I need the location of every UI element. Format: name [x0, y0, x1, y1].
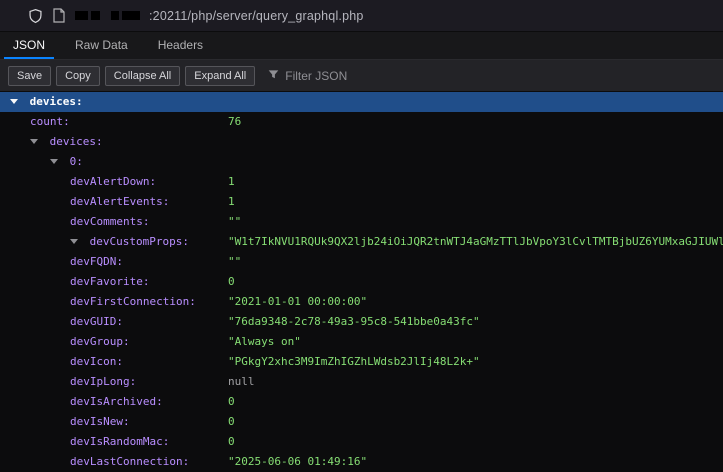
json-key: devIpLong: — [70, 375, 136, 388]
address-bar[interactable]: :20211/php/server/query_graphql.php — [0, 0, 723, 32]
json-value: 0 — [228, 392, 235, 412]
json-row[interactable]: devFirstConnection: "2021-01-01 00:00:00… — [0, 292, 723, 312]
twisty-icon[interactable] — [10, 92, 23, 112]
json-key: devFirstConnection: — [70, 295, 196, 308]
save-button[interactable]: Save — [8, 66, 51, 86]
json-value: "" — [228, 212, 241, 232]
json-value: 76 — [228, 112, 241, 132]
json-value: "" — [228, 252, 241, 272]
json-value: 1 — [228, 192, 235, 212]
json-key: devIsArchived: — [70, 395, 163, 408]
json-key: devIsNew: — [70, 415, 130, 428]
json-value: "2021-01-01 00:00:00" — [228, 292, 367, 312]
json-value: 0 — [228, 432, 235, 452]
json-key: devCustomProps: — [90, 235, 189, 248]
json-tree: devices: count: 76 devices: 0: devAlertD… — [0, 92, 723, 472]
tab-raw-data[interactable]: Raw Data — [66, 32, 137, 59]
json-key: devices: — [50, 135, 103, 148]
tab-json[interactable]: JSON — [4, 32, 54, 59]
json-value: null — [228, 372, 255, 392]
json-value: 0 — [228, 412, 235, 432]
json-key: devFQDN: — [70, 255, 123, 268]
json-key: devGUID: — [70, 315, 123, 328]
json-row[interactable]: devFQDN: "" — [0, 252, 723, 272]
json-row[interactable]: devIsNew: 0 — [0, 412, 723, 432]
json-row[interactable]: devIcon: "PGkgY2xhc3M9ImZhIGZhLWdsb2JlIj… — [0, 352, 723, 372]
twisty-icon[interactable] — [50, 152, 63, 172]
json-key: devAlertDown: — [70, 175, 156, 188]
shield-icon[interactable] — [28, 8, 43, 24]
json-key: devLastConnection: — [70, 455, 189, 468]
filter-placeholder: Filter JSON — [285, 69, 347, 83]
json-row[interactable]: devices: — [0, 132, 723, 152]
json-key: devIcon: — [70, 355, 123, 368]
json-value: 1 — [228, 172, 235, 192]
json-row[interactable]: devAlertDown: 1 — [0, 172, 723, 192]
json-key: count: — [30, 115, 70, 128]
json-value: 0 — [228, 272, 235, 292]
json-row[interactable]: devCustomProps: "W1t7IkNVU1RQUk9QX2ljb24… — [0, 232, 723, 252]
json-row[interactable]: devIsArchived: 0 — [0, 392, 723, 412]
collapse-all-button[interactable]: Collapse All — [105, 66, 180, 86]
json-value: "W1t7IkNVU1RQUk9QX2ljb24iOiJQR2tnWTJ4aGM… — [228, 232, 723, 252]
json-key: devAlertEvents: — [70, 195, 169, 208]
redaction-box — [75, 11, 88, 20]
redaction-box — [111, 11, 119, 20]
json-key: 0: — [70, 155, 83, 168]
tab-headers[interactable]: Headers — [149, 32, 212, 59]
json-row[interactable]: devIpLong: null — [0, 372, 723, 392]
json-value: "76da9348-2c78-49a3-95c8-541bbe0a43fc" — [228, 312, 480, 332]
json-key: devGroup: — [70, 335, 130, 348]
json-row[interactable]: devices: — [0, 92, 723, 112]
json-value: "PGkgY2xhc3M9ImZhIGZhLWdsb2JlIj48L2k+" — [228, 352, 480, 372]
json-row[interactable]: devIsRandomMac: 0 — [0, 432, 723, 452]
json-row[interactable]: count: 76 — [0, 112, 723, 132]
json-row[interactable]: devAlertEvents: 1 — [0, 192, 723, 212]
browser-window: :20211/php/server/query_graphql.php JSON… — [0, 0, 723, 472]
json-key: devComments: — [70, 215, 149, 228]
url-text[interactable]: :20211/php/server/query_graphql.php — [149, 9, 364, 23]
viewer-tabbar: JSON Raw Data Headers — [0, 32, 723, 60]
expand-all-button[interactable]: Expand All — [185, 66, 255, 86]
redaction-box — [122, 11, 140, 20]
json-row[interactable]: devFavorite: 0 — [0, 272, 723, 292]
json-row[interactable]: devLastConnection: "2025-06-06 01:49:16" — [0, 452, 723, 472]
copy-button[interactable]: Copy — [56, 66, 100, 86]
twisty-icon[interactable] — [30, 132, 43, 152]
json-row[interactable]: 0: — [0, 152, 723, 172]
json-value: "Always on" — [228, 332, 301, 352]
json-toolbar: Save Copy Collapse All Expand All Filter… — [0, 60, 723, 92]
filter-json-input[interactable]: Filter JSON — [268, 67, 347, 85]
filter-icon — [268, 67, 279, 85]
json-row[interactable]: devComments: "" — [0, 212, 723, 232]
json-value: "2025-06-06 01:49:16" — [228, 452, 367, 472]
json-row[interactable]: devGUID: "76da9348-2c78-49a3-95c8-541bbe… — [0, 312, 723, 332]
json-key: devFavorite: — [70, 275, 149, 288]
twisty-icon[interactable] — [70, 232, 83, 252]
json-key: devIsRandomMac: — [70, 435, 169, 448]
page-icon[interactable] — [53, 8, 65, 23]
json-key: devices: — [30, 95, 83, 108]
json-row[interactable]: devGroup: "Always on" — [0, 332, 723, 352]
redaction-box — [91, 11, 100, 20]
